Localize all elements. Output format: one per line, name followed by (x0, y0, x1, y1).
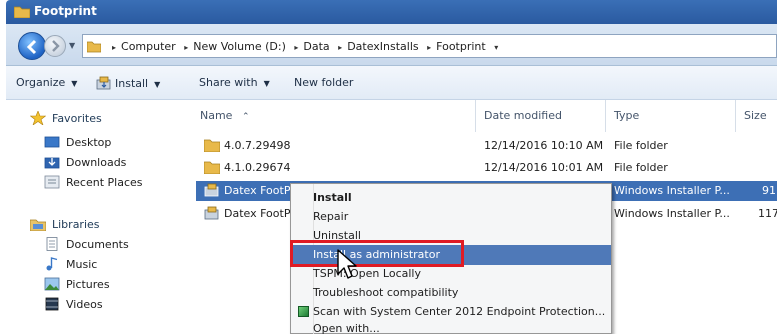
chevron-right-icon[interactable]: ▸ (294, 43, 298, 52)
music-icon (46, 257, 58, 271)
pictures-icon (44, 277, 60, 291)
command-bar: Organize ▼ Install ▼ Share with ▼ New folde… (6, 66, 777, 100)
file-date: 12/14/2016 10:01 AM (484, 161, 604, 174)
nav-item-pictures[interactable]: Pictures (66, 278, 110, 291)
breadcrumb-item-drive[interactable]: New Volume (D:) (193, 40, 286, 53)
breadcrumb-item-computer[interactable]: Computer (121, 40, 176, 53)
column-date-modified[interactable]: Date modified (476, 100, 606, 132)
organize-label: Organize (16, 76, 66, 89)
breadcrumb: ▸ Computer ▸ New Volume (D:) ▸ Data ▸ DatexI… (107, 40, 503, 53)
menu-item-open-with[interactable]: Open with... (291, 319, 611, 334)
folder-icon (204, 139, 220, 152)
nav-item-recent-places[interactable]: Recent Places (66, 176, 143, 189)
menu-item-label: Scan with System Center 2012 Endpoint Pr… (313, 305, 606, 318)
share-with-label: Share with (199, 76, 258, 89)
folder-icon (204, 161, 220, 174)
documents-icon (46, 237, 58, 251)
videos-icon (45, 297, 59, 311)
downloads-icon (44, 157, 60, 169)
nav-libraries[interactable]: Libraries (52, 218, 100, 231)
desktop-icon (44, 136, 60, 148)
chevron-right-icon[interactable]: ▸ (427, 43, 431, 52)
breadcrumb-item-datexinstalls[interactable]: DatexInstalls (347, 40, 418, 53)
menu-item-label: Troubleshoot compatibility (313, 286, 459, 299)
new-folder-button[interactable]: New folder (294, 76, 353, 89)
annotation-highlight-box (290, 240, 464, 267)
file-name: 4.0.7.29498 (224, 139, 291, 152)
libraries-icon (30, 219, 46, 231)
file-row[interactable]: 4.0.7.29498 12/14/2016 10:10 AM File fol… (196, 136, 777, 156)
nav-item-videos[interactable]: Videos (66, 298, 103, 311)
file-type: Windows Installer P... (614, 207, 730, 220)
nav-item-downloads[interactable]: Downloads (66, 156, 126, 169)
menu-item-label: Open with... (313, 322, 380, 334)
nav-item-music[interactable]: Music (66, 258, 97, 271)
chevron-right-icon[interactable]: ▸ (184, 43, 188, 52)
chevron-right-icon[interactable]: ▸ (338, 43, 342, 52)
menu-item-repair[interactable]: Repair (291, 207, 611, 227)
mouse-cursor-icon (337, 249, 357, 279)
chevron-down-icon: ▼ (71, 79, 78, 88)
address-row: ▼ ▸ Computer ▸ New Volume (D:) ▸ Data ▸ Date… (6, 24, 777, 66)
recent-pages-chevron-icon[interactable]: ▼ (69, 41, 75, 50)
share-with-button[interactable]: Share with ▼ (199, 76, 270, 89)
column-type[interactable]: Type (606, 100, 736, 132)
organize-button[interactable]: Organize ▼ (16, 76, 77, 89)
nav-item-documents[interactable]: Documents (66, 238, 129, 251)
installer-icon (204, 206, 219, 220)
file-type: Windows Installer P... (614, 184, 730, 197)
file-name: Datex FootP (224, 207, 291, 220)
endpoint-protection-icon (298, 306, 309, 317)
column-name-label: Name (200, 109, 233, 122)
file-date: 12/14/2016 10:10 AM (484, 139, 604, 152)
chevron-down-icon: ▼ (263, 79, 270, 88)
folder-icon (14, 6, 30, 18)
folder-icon (87, 41, 101, 53)
star-icon (30, 111, 46, 125)
file-row[interactable]: 4.1.0.29674 12/14/2016 10:01 AM File fol… (196, 158, 777, 178)
install-button[interactable]: Install ▼ (96, 76, 160, 90)
navigation-pane: Favorites Desktop Downloads Recent Place… (6, 100, 192, 334)
nav-item-desktop[interactable]: Desktop (66, 136, 111, 149)
window-title: Footprint (34, 4, 97, 18)
installer-icon (204, 183, 219, 197)
breadcrumb-item-data[interactable]: Data (303, 40, 329, 53)
menu-item-label: Install (313, 191, 352, 204)
arrow-right-icon (52, 40, 60, 52)
file-name: Datex FootP (224, 184, 291, 197)
column-size[interactable]: Size (736, 100, 777, 132)
title-bar: Footprint (6, 0, 777, 24)
chevron-right-icon[interactable]: ▸ (112, 43, 116, 52)
back-button[interactable] (18, 32, 46, 60)
recent-places-icon (44, 175, 60, 189)
nav-favorites[interactable]: Favorites (52, 112, 102, 125)
file-type: File folder (614, 139, 668, 152)
installer-icon (96, 76, 111, 90)
chevron-down-icon: ▼ (154, 80, 161, 89)
file-type: File folder (614, 161, 668, 174)
chevron-down-icon[interactable]: ▾ (494, 43, 498, 52)
install-label: Install (115, 77, 149, 90)
menu-item-troubleshoot-compatibility[interactable]: Troubleshoot compatibility (291, 283, 611, 303)
file-name: 4.1.0.29674 (224, 161, 291, 174)
menu-item-label: Repair (313, 210, 349, 223)
column-header-row: Name ⌃ Date modified Type Size (192, 100, 777, 132)
forward-button[interactable] (44, 35, 66, 57)
address-bar[interactable]: ▸ Computer ▸ New Volume (D:) ▸ Data ▸ DatexI… (82, 34, 777, 58)
arrow-left-icon (26, 39, 37, 55)
menu-item-label: TSPM: Open Locally (313, 267, 421, 280)
breadcrumb-item-footprint[interactable]: Footprint (436, 40, 486, 53)
menu-item-install[interactable]: Install (291, 188, 611, 208)
file-size: 117 (758, 207, 777, 220)
sort-ascending-icon: ⌃ (241, 112, 250, 122)
file-size: 91 (762, 184, 776, 197)
column-name[interactable]: Name ⌃ (192, 100, 476, 132)
